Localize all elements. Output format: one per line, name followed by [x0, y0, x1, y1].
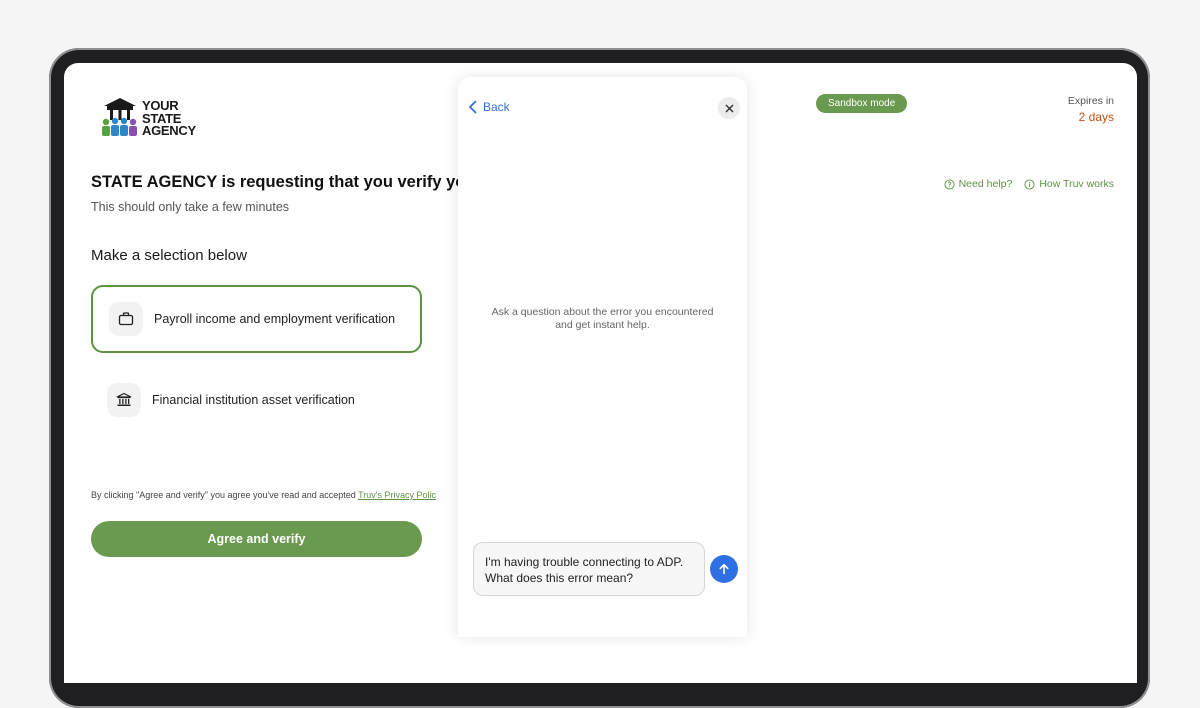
send-button[interactable]: [710, 555, 738, 583]
consent-text: By clicking "Agree and verify" you agree…: [91, 490, 436, 500]
help-prompt: Ask a question about the error you encou…: [458, 306, 747, 332]
need-help-label: Need help?: [958, 178, 1013, 190]
info-circle-icon: [1024, 178, 1035, 190]
option-payroll-verification[interactable]: Payroll income and employment verificati…: [91, 285, 422, 353]
need-help-link[interactable]: Need help?: [944, 178, 1013, 190]
close-button[interactable]: [718, 97, 740, 119]
message-line-2: What does this error mean?: [485, 571, 634, 585]
help-prompt-line-2: and get instant help.: [555, 319, 650, 331]
arrow-up-icon: [719, 563, 729, 575]
bank-icon: [107, 383, 141, 417]
back-label: Back: [483, 100, 510, 114]
privacy-policy-link[interactable]: Truv's Privacy Polic: [358, 490, 436, 500]
app-screen: YOUR STATE AGENCY STATE AGENCY is reques…: [64, 63, 1137, 683]
consent-body: By clicking "Agree and verify" you agree…: [91, 490, 359, 500]
sandbox-mode-badge: Sandbox mode: [816, 94, 908, 113]
agency-logo-icon: [102, 98, 137, 136]
option-asset-verification[interactable]: Financial institution asset verification: [91, 366, 422, 434]
option-label: Payroll income and employment verificati…: [154, 312, 396, 326]
message-line-1: I'm having trouble connecting to ADP.: [485, 555, 684, 569]
back-button[interactable]: Back: [468, 100, 510, 114]
page-subtitle: This should only take a few minutes: [91, 200, 290, 214]
page-title: STATE AGENCY is requesting that you veri…: [91, 173, 482, 191]
briefcase-icon: [109, 302, 143, 336]
how-truv-works-link[interactable]: How Truv works: [1024, 178, 1114, 190]
logo-text: YOUR STATE AGENCY: [142, 99, 196, 138]
help-links: Need help? How Truv works: [944, 178, 1114, 190]
question-circle-icon: [944, 178, 955, 190]
logo-line-3: AGENCY: [142, 123, 196, 138]
expires-value: 2 days: [1078, 110, 1114, 124]
agency-logo: YOUR STATE AGENCY: [98, 96, 196, 144]
chevron-left-icon: [469, 100, 477, 114]
help-prompt-line-1: Ask a question about the error you encou…: [491, 306, 714, 318]
option-label: Financial institution asset verification: [152, 393, 355, 407]
how-truv-works-label: How Truv works: [1039, 178, 1114, 190]
help-chat-panel: Back Ask a question about the error you …: [458, 77, 747, 637]
message-input[interactable]: I'm having trouble connecting to ADP. Wh…: [473, 542, 705, 596]
selection-heading: Make a selection below: [91, 247, 247, 264]
expires-label: Expires in: [1067, 95, 1114, 107]
close-icon: [725, 104, 733, 112]
agree-and-verify-button[interactable]: Agree and verify: [91, 521, 422, 557]
